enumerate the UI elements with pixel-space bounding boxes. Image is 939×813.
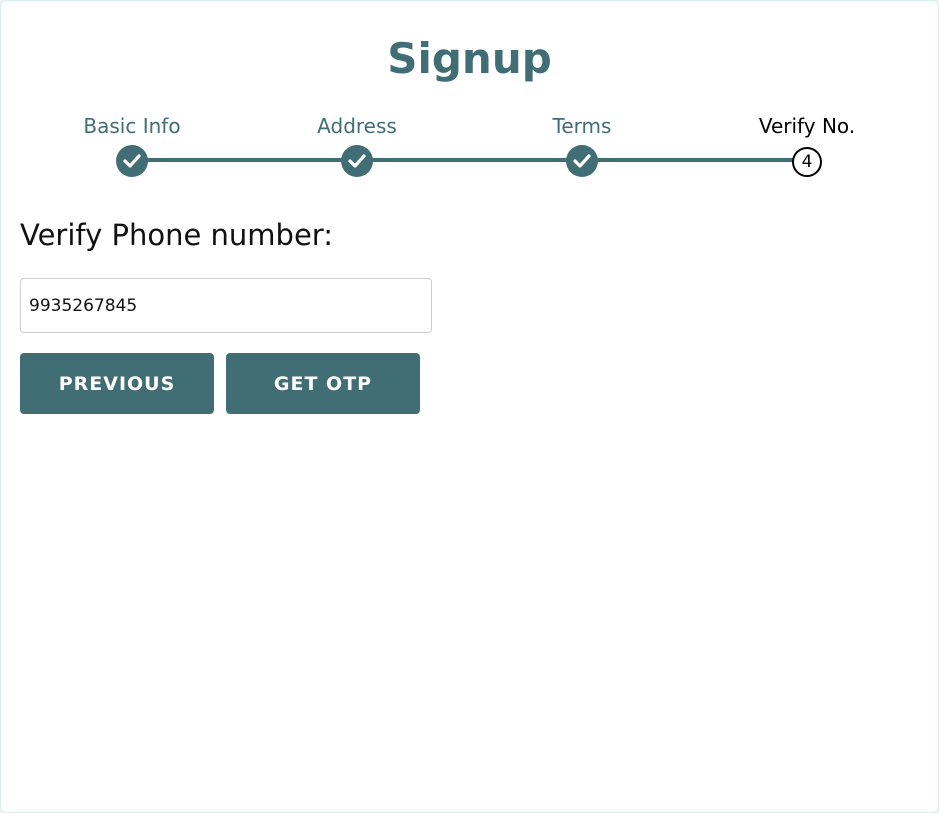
verify-phone-heading: Verify Phone number: [20,218,333,252]
phone-number-input[interactable] [20,278,432,333]
step-label: Terms [552,114,612,138]
step-address[interactable]: Address [257,109,457,177]
signup-stepper: Basic Info Address Terms Verify No. 4 [1,109,938,189]
check-icon [116,145,148,177]
check-icon [566,145,598,177]
step-label: Verify No. [758,114,856,138]
step-terms[interactable]: Terms [482,109,682,177]
step-verify-no[interactable]: Verify No. 4 [707,109,907,177]
step-number-badge: 4 [792,147,822,177]
get-otp-button[interactable]: GET OTP [226,353,420,414]
step-basic-info[interactable]: Basic Info [32,109,232,177]
page-title: Signup [387,34,552,83]
step-label: Address [317,114,397,138]
stepper-progress-line [132,158,807,162]
step-label: Basic Info [83,114,181,138]
signup-card: Signup Basic Info Address Terms Verify N… [0,0,939,813]
previous-button[interactable]: PREVIOUS [20,353,214,414]
check-icon [341,145,373,177]
